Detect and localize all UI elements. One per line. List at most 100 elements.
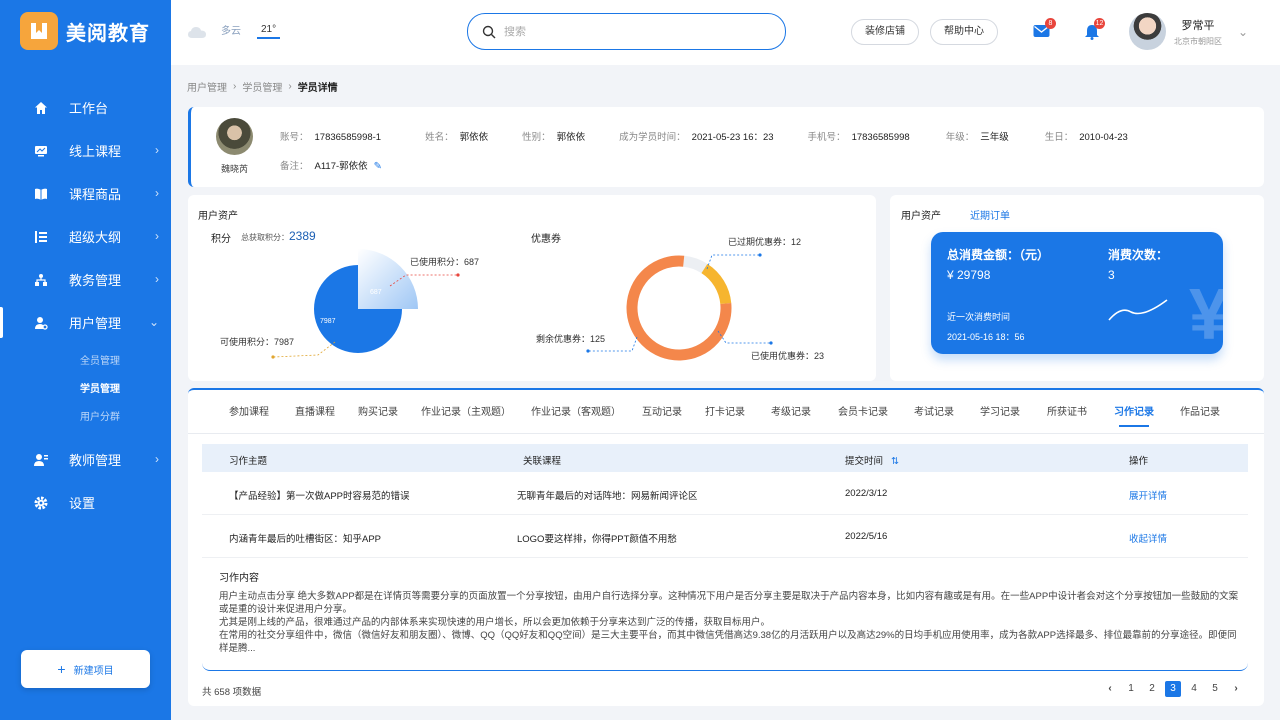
points-used-label: 已使用积分：687 [410,256,479,267]
nav-item-outline[interactable]: 超级大纲 › [0,215,171,258]
recent-orders-link[interactable]: 近期订单 [970,207,1010,222]
nav-label: 教师管理 [69,453,122,468]
notification-button[interactable]: 12 [1085,18,1105,43]
tab-interactions[interactable]: 互动记录 [642,403,682,418]
page-button[interactable]: 5 [1207,681,1223,697]
records-tabs: 参加课程 直播课程 购买记录 作业记录（主观题） 作业记录（客观题） 互动记录 … [188,390,1264,434]
column-submit-time[interactable]: 提交时间 ⇅ [845,453,899,467]
chevron-right-icon: › [155,143,159,157]
chevron-right-icon: › [233,81,237,92]
tab-certificates[interactable]: 所获证书 [1047,403,1087,418]
next-page-icon[interactable]: › [1228,681,1244,697]
purchase-count: 3 [1108,268,1115,282]
nav-item-user-management[interactable]: 用户管理 ⌄ [0,301,171,344]
search-input[interactable] [504,25,764,38]
prev-page-icon[interactable]: ‹ [1102,681,1118,697]
writing-detail-panel: 习作内容 用户主动点击分享 绝大多数APP都是在详情页等需要分享的页面放置一个分… [202,559,1248,671]
tab-learning[interactable]: 学习记录 [980,403,1020,418]
last-purchase-label: 近一次消费时间 [947,312,1011,322]
mail-button[interactable]: 8 [1033,18,1056,41]
breadcrumb-item[interactable]: 学员管理 [242,79,282,94]
tab-homework-objective[interactable]: 作业记录（客观题） [531,403,621,418]
detail-paragraph: 尤其是刚上线的产品，很难通过产品的内部体系来实现快速的用户增长，所以会更加依赖于… [219,617,771,628]
weather-widget: 多云 21° [187,22,281,41]
cell-topic: 内涵青年最后的吐槽街区：知乎APP [229,534,382,545]
collapse-details-link[interactable]: 收起详情 [1129,531,1167,545]
user-menu[interactable]: 罗常平 北京市朝阳区 ⌄ [1129,13,1248,50]
nav-item-settings[interactable]: 设置 [0,481,171,524]
logo-icon [20,12,58,50]
field-gender: 性别： 郭依依 [522,132,586,143]
nav-item-academic[interactable]: 教务管理 › [0,258,171,301]
nav-label: 超级大纲 [69,230,122,245]
coupon-used-label: 已使用优惠券：23 [751,350,824,361]
spending-panel: ¥ 总消费金额：（元） ¥ 29798 消费次数： 3 近一次消费时间 2021… [931,232,1223,354]
purchase-count-label: 消费次数： [1108,248,1169,262]
breadcrumb: 用户管理 › 学员管理 › 学员详情 [187,79,338,94]
page-button[interactable]: 2 [1144,681,1160,697]
page-button[interactable]: 4 [1186,681,1202,697]
student-avatar [216,118,253,155]
chevron-right-icon: › [155,186,159,200]
nav-item-course-products[interactable]: 课程商品 › [0,172,171,215]
yen-icon: ¥ [1188,275,1223,354]
new-project-button[interactable]: + 新建项目 [21,650,150,688]
search-icon [482,25,496,38]
sidebar: 美阅教育 工作台 线上课程 › 课程商品 › 超级大纲 › 教务管理 › 用户管… [0,0,171,720]
cell-course: 无聊青年最后的对话阵地：网易新闻评论区 [517,491,698,502]
avatar [1129,13,1166,50]
page-button[interactable]: 1 [1123,681,1139,697]
sub-item-all-members[interactable]: 全员管理 [0,348,171,376]
student-nickname: 魏晓芮 [221,164,249,174]
detail-title: 习作内容 [219,573,259,584]
sub-item-students[interactable]: 学员管理 [0,376,171,404]
nav-item-online-courses[interactable]: 线上课程 › [0,129,171,172]
nav-label: 教务管理 [69,273,122,288]
donut-slice-expired [682,255,708,274]
edit-icon[interactable]: ✎ [374,161,382,172]
help-center-button[interactable]: 帮助中心 [930,19,998,45]
tab-live[interactable]: 直播课程 [295,403,335,418]
tab-homework-subjective[interactable]: 作业记录（主观题） [421,403,511,418]
tab-writing[interactable]: 习作记录 [1114,403,1154,427]
nav-label: 工作台 [69,101,109,116]
chevron-right-icon: › [155,272,159,286]
points-avail-value: 7987 [320,318,336,325]
decorate-shop-button[interactable]: 装修店铺 [851,19,919,45]
nav-label: 课程商品 [69,187,122,202]
tab-works[interactable]: 作品记录 [1180,403,1220,418]
field-phone: 手机号： 17836585998 [807,132,910,143]
nav-label: 线上课程 [69,144,122,159]
brand-logo[interactable]: 美阅教育 [20,12,150,50]
tab-courses[interactable]: 参加课程 [229,403,269,418]
notification-count-badge: 12 [1094,18,1105,29]
tab-checkins[interactable]: 打卡记录 [705,403,745,418]
detail-paragraph: 在常用的社交分享组件中，微信（微信好友和朋友圈）、微博、QQ（QQ好友和QQ空间… [219,630,1237,654]
user-assets-card: 用户资产 积分 总获取积分： 2389 优惠券 已使用积分：687 可使用积分：… [188,195,876,381]
breadcrumb-item[interactable]: 用户管理 [187,79,227,94]
nav-item-workbench[interactable]: 工作台 [0,86,171,129]
total-amount: ¥ 29798 [947,268,991,282]
tab-grade-exams[interactable]: 考级记录 [771,403,811,418]
mail-count-badge: 8 [1045,18,1056,29]
page-button-current[interactable]: 3 [1165,681,1181,697]
cell-time: 2022/5/16 [845,531,888,542]
new-project-label: 新建项目 [73,665,114,677]
assets-charts: 已使用积分：687 可使用积分：7987 687 7987 已过期优惠券：12 … [220,236,824,361]
weather-condition: 多云 [221,26,241,37]
cell-time: 2022/3/12 [845,488,888,499]
nav-item-teachers[interactable]: 教师管理 › [0,438,171,481]
tab-membership[interactable]: 会员卡记录 [838,403,888,418]
search-bar[interactable] [467,13,786,50]
gear-icon [33,495,49,511]
table-header: 习作主题 关联课程 提交时间 ⇅ 操作 [202,444,1248,472]
pie-slice-used-points [358,249,418,309]
expand-details-link[interactable]: 展开详情 [1129,488,1167,502]
sub-item-user-groups[interactable]: 用户分群 [0,404,171,432]
tab-exams[interactable]: 考试记录 [914,403,954,418]
sort-icon[interactable]: ⇅ [891,456,899,467]
field-realname: 姓名： 郭依依 [425,132,489,143]
points-used-value: 687 [370,289,382,296]
tab-purchases[interactable]: 购买记录 [358,403,398,418]
monitor-icon [33,143,49,159]
